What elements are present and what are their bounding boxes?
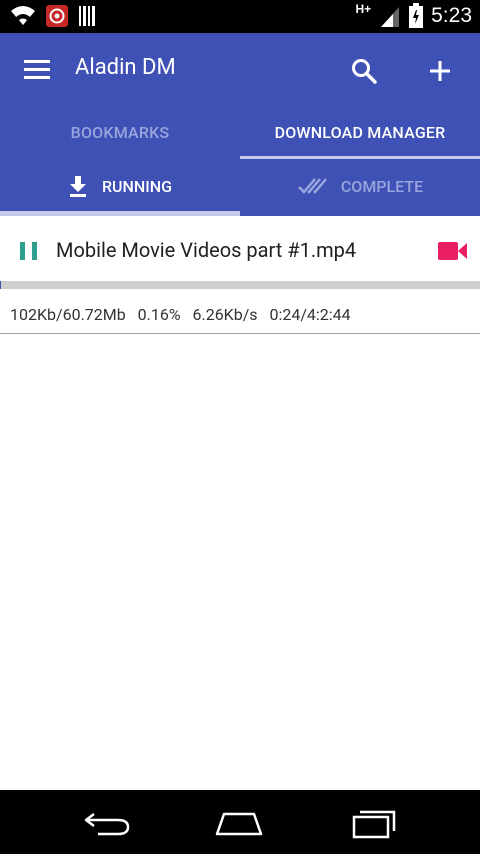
tab-complete-label: COMPLETE bbox=[340, 176, 424, 196]
signal-icon bbox=[381, 6, 400, 27]
video-camera-icon bbox=[438, 242, 467, 260]
download-progress-fill bbox=[0, 281, 1, 289]
home-icon[interactable] bbox=[214, 806, 264, 840]
tab-bookmarks-label: BOOKMARKS bbox=[70, 122, 170, 142]
status-bar: H+ 5:23 bbox=[0, 0, 480, 33]
barcode-icon bbox=[79, 6, 95, 26]
downloaded-size: 102Kb/60.72Mb bbox=[10, 305, 126, 324]
tab-bookmarks[interactable]: BOOKMARKS bbox=[0, 105, 240, 159]
tab-complete[interactable]: COMPLETE bbox=[240, 159, 480, 213]
download-progress-bar bbox=[0, 281, 480, 289]
download-speed: 6.26Kb/s bbox=[192, 305, 258, 324]
network-type-label: H+ bbox=[355, 1, 372, 16]
download-percent: 0.16% bbox=[137, 305, 181, 324]
download-list: Mobile Movie Videos part #1.mp4 102Kb/60… bbox=[0, 216, 480, 790]
sub-tabs: RUNNING COMPLETE bbox=[0, 159, 480, 216]
download-item[interactable]: Mobile Movie Videos part #1.mp4 102Kb/60… bbox=[0, 216, 480, 334]
download-time: 0:24/4:2:44 bbox=[269, 305, 351, 324]
navigation-bar bbox=[0, 790, 480, 854]
search-icon[interactable] bbox=[350, 57, 378, 85]
pause-icon[interactable] bbox=[20, 242, 37, 260]
back-icon[interactable] bbox=[82, 806, 132, 840]
download-icon bbox=[69, 176, 86, 197]
tab-running-label: RUNNING bbox=[101, 176, 173, 196]
battery-icon bbox=[409, 3, 424, 28]
tab-download-manager[interactable]: DOWNLOAD MANAGER bbox=[240, 105, 480, 159]
app-bar: Aladin DM BOOKMARKS DOWNLOAD MANAGER RUN… bbox=[0, 33, 480, 216]
tab-running[interactable]: RUNNING bbox=[0, 159, 240, 213]
double-check-icon bbox=[297, 178, 327, 194]
menu-icon[interactable] bbox=[24, 60, 50, 80]
download-stats: 102Kb/60.72Mb 0.16% 6.26Kb/s 0:24/4:2:44 bbox=[10, 305, 351, 324]
main-tabs: BOOKMARKS DOWNLOAD MANAGER bbox=[0, 105, 480, 159]
status-right-icons: H+ 5:23 bbox=[355, 1, 472, 28]
tab-download-manager-label: DOWNLOAD MANAGER bbox=[274, 122, 446, 142]
add-icon[interactable] bbox=[426, 57, 454, 85]
status-left-icons bbox=[10, 5, 96, 27]
file-name: Mobile Movie Videos part #1.mp4 bbox=[56, 238, 357, 262]
app-title: Aladin DM bbox=[75, 55, 176, 80]
recents-icon[interactable] bbox=[350, 806, 400, 840]
notification-app-icon bbox=[46, 5, 68, 27]
status-time: 5:23 bbox=[431, 3, 472, 27]
toolbar: Aladin DM bbox=[0, 33, 480, 105]
wifi-icon bbox=[11, 6, 35, 25]
